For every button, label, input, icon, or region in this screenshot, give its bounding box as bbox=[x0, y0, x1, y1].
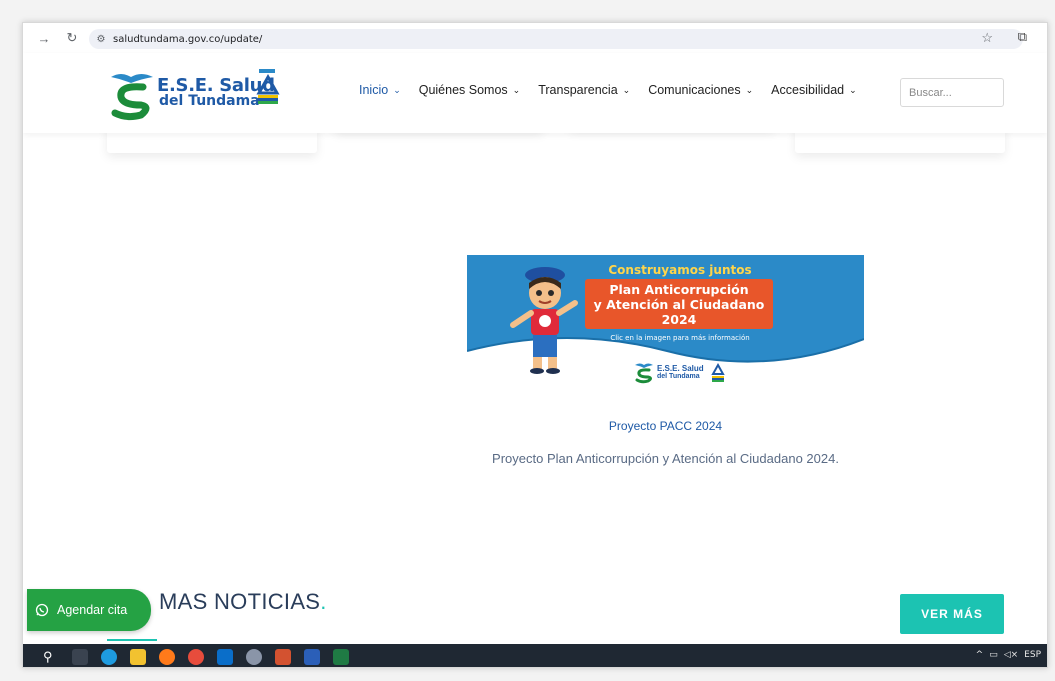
forward-icon[interactable]: → bbox=[33, 27, 55, 49]
excel-icon[interactable] bbox=[333, 648, 349, 665]
chevron-down-icon: ⌄ bbox=[393, 84, 401, 95]
nav-item-label: Comunicaciones bbox=[648, 83, 741, 97]
banner-logo-mark-icon bbox=[635, 363, 653, 384]
word-icon[interactable] bbox=[304, 648, 320, 665]
extensions-icon[interactable]: ⧉ bbox=[1018, 29, 1027, 45]
logo-mark-icon bbox=[111, 74, 153, 121]
whatsapp-agendar-button[interactable]: Agendar cita bbox=[27, 589, 151, 631]
banner-logo-line-2: del Tundama bbox=[657, 373, 700, 380]
site-settings-icon[interactable]: ⚙ bbox=[95, 33, 107, 45]
screenshot-frame: → ↻ ⚙ saludtundama.gov.co/update/ ☆ ⧉ E.… bbox=[0, 0, 1055, 681]
post-description: Proyecto Plan Anticorrupción y Atención … bbox=[492, 451, 839, 466]
boy-character-icon bbox=[510, 267, 578, 374]
news-underline bbox=[107, 639, 157, 641]
app-icon[interactable] bbox=[246, 648, 262, 665]
nav-item-transparencia[interactable]: Transparencia ⌄ bbox=[538, 83, 630, 97]
ver-mas-button[interactable]: VER MÁS bbox=[900, 594, 1004, 634]
system-tray: ^ ▭ ◁× ESP bbox=[976, 650, 1041, 660]
address-bar[interactable]: ⚙ saludtundama.gov.co/update/ bbox=[89, 29, 1023, 49]
search-icon[interactable]: ⚲ bbox=[43, 649, 59, 665]
site-header: E.S.E. Salud del Tundama Inicio ⌄ Quiéne… bbox=[23, 53, 1047, 133]
bookmark-star-icon[interactable]: ☆ bbox=[981, 30, 993, 46]
chevron-down-icon: ⌄ bbox=[512, 84, 521, 95]
news-heading-text: MAS NOTICIAS bbox=[159, 589, 321, 614]
banner-line-1: Plan Anticorrupción bbox=[609, 282, 749, 297]
powerpoint-icon[interactable] bbox=[275, 648, 291, 665]
search-input[interactable]: Buscar... bbox=[900, 78, 1004, 107]
chevron-down-icon: ⌄ bbox=[745, 84, 754, 95]
whatsapp-icon bbox=[35, 603, 49, 617]
nav-item-label: Transparencia bbox=[538, 83, 618, 97]
site-logo[interactable]: E.S.E. Salud del Tundama bbox=[107, 67, 287, 123]
edge-icon[interactable] bbox=[101, 648, 117, 665]
banner-logo-line-1: E.S.E. Salud bbox=[657, 364, 704, 373]
outlook-icon[interactable] bbox=[217, 648, 233, 665]
nav-item-inicio[interactable]: Inicio ⌄ bbox=[359, 83, 401, 97]
post-title-link[interactable]: Proyecto PACC 2024 bbox=[467, 419, 864, 433]
search-placeholder: Buscar... bbox=[909, 86, 952, 99]
news-heading-dot: . bbox=[320, 589, 327, 614]
nav-item-accesibilidad[interactable]: Accesibilidad ⌄ bbox=[771, 83, 857, 97]
network-icon[interactable]: ▭ bbox=[989, 650, 998, 660]
nav-item-quienes-somos[interactable]: Quiénes Somos ⌄ bbox=[419, 83, 520, 97]
browser-toolbar: → ↻ ⚙ saludtundama.gov.co/update/ ☆ ⧉ bbox=[23, 23, 1047, 53]
language-indicator[interactable]: ESP bbox=[1024, 650, 1041, 660]
nav-item-label: Accesibilidad bbox=[771, 83, 845, 97]
chevron-down-icon: ⌄ bbox=[622, 84, 631, 95]
news-heading: MAS NOTICIAS. bbox=[159, 589, 327, 615]
banner-logo-flag-icon bbox=[711, 362, 725, 382]
reload-icon[interactable]: ↻ bbox=[61, 27, 83, 49]
chevron-up-icon[interactable]: ^ bbox=[976, 650, 984, 660]
url-text: saludtundama.gov.co/update/ bbox=[113, 33, 263, 45]
task-view-icon[interactable] bbox=[72, 648, 88, 665]
logo-flag-icon bbox=[256, 69, 280, 104]
logo-line-2: del Tundama bbox=[159, 93, 260, 109]
banner-logo: E.S.E. Salud del Tundama bbox=[633, 361, 733, 387]
chevron-down-icon: ⌄ bbox=[849, 84, 857, 95]
nav-item-comunicaciones[interactable]: Comunicaciones ⌄ bbox=[648, 83, 753, 97]
pacc-banner-image[interactable]: Construyamos juntos nuestro Plan Anticor… bbox=[467, 255, 864, 391]
volume-icon[interactable]: ◁× bbox=[1004, 650, 1018, 660]
banner-title-box: Plan Anticorrupción y Atención al Ciudad… bbox=[585, 279, 773, 329]
banner-line-3: 2024 bbox=[661, 312, 697, 327]
windows-taskbar: ⚲ ^ ▭ ◁× ESP bbox=[23, 644, 1047, 667]
whatsapp-label: Agendar cita bbox=[57, 603, 128, 617]
browser-window: → ↻ ⚙ saludtundama.gov.co/update/ ☆ ⧉ E.… bbox=[22, 22, 1048, 668]
banner-line-2: y Atención al Ciudadano bbox=[593, 297, 765, 312]
nav-item-label: Inicio bbox=[359, 83, 389, 97]
chrome-icon[interactable] bbox=[188, 648, 204, 665]
banner-small-text: Clic en la imagen para más información bbox=[610, 334, 750, 342]
nav-item-label: Quiénes Somos bbox=[418, 83, 508, 97]
firefox-icon[interactable] bbox=[159, 648, 175, 665]
main-nav: Inicio ⌄ Quiénes Somos ⌄ Transparencia ⌄… bbox=[359, 83, 875, 97]
file-explorer-icon[interactable] bbox=[130, 648, 146, 665]
